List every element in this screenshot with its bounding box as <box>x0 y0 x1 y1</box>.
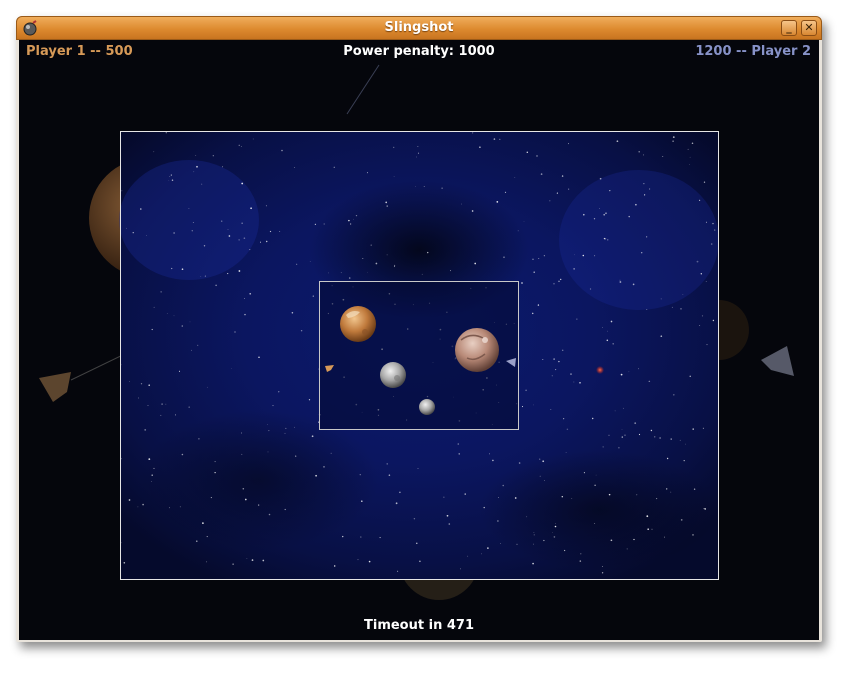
missile-icon <box>596 366 604 374</box>
player2-score: 1200 -- Player 2 <box>695 44 811 59</box>
game-window: Slingshot _ ✕ Player 1 -- 500 Power pena… <box>16 16 822 642</box>
close-icon: ✕ <box>804 21 814 34</box>
minimize-button[interactable]: _ <box>781 20 797 36</box>
planet-red <box>455 328 499 372</box>
timeout-counter: Timeout in 471 <box>364 618 474 633</box>
close-button[interactable]: ✕ <box>801 20 817 36</box>
planet-gray <box>380 362 406 388</box>
title-bar[interactable]: Slingshot _ ✕ <box>16 16 822 40</box>
game-canvas[interactable]: Player 1 -- 500 Power penalty: 1000 1200… <box>19 40 819 640</box>
planet-orange <box>340 306 376 342</box>
space-scene <box>19 40 819 640</box>
window-title: Slingshot <box>384 20 454 35</box>
minimize-icon: _ <box>786 21 792 34</box>
planet-small-gray <box>419 399 435 415</box>
